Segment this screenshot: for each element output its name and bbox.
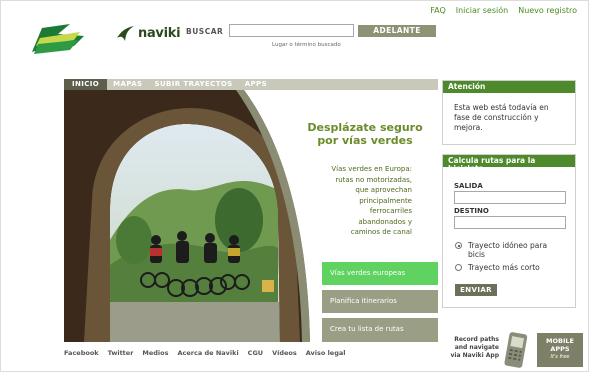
badge-free-text: It's free [550, 354, 570, 360]
destination-field[interactable] [454, 216, 566, 229]
attention-text: Esta web está todavía en fase de constru… [443, 93, 575, 143]
naviki-bird-icon [117, 26, 134, 41]
tab-apps[interactable]: APPS [239, 79, 273, 90]
radio-unselected-icon[interactable] [455, 264, 462, 271]
option-shortest-route[interactable]: Trayecto más corto [455, 263, 567, 272]
hero-description-line: Vías verdes en Europa: [331, 165, 412, 173]
badge-line: APPS [550, 345, 570, 353]
option-label: Trayecto más corto [468, 263, 540, 272]
attention-box: Atención Esta web está todavía en fase d… [442, 80, 576, 145]
origin-field[interactable] [454, 191, 566, 204]
search-button[interactable]: ADELANTE [358, 25, 436, 37]
promo-line: via Naviki App [450, 352, 499, 359]
attention-text-line: fase de construcción y [454, 113, 539, 122]
hero-description-line: caminos de canal [350, 228, 412, 236]
destination-label: DESTINO [454, 207, 489, 215]
hero-title-line: por vías verdes [317, 134, 413, 147]
link-crea-lista-rutas[interactable]: Crea tu lista de rutas [322, 318, 438, 342]
search-label: BUSCAR [186, 27, 224, 36]
tab-mapas[interactable]: MAPAS [107, 79, 148, 90]
top-links: FAQ Iniciar sesión Nuevo registro [430, 6, 577, 15]
promo-line: and navigate [454, 344, 499, 351]
naviki-logo[interactable]: naviki [116, 24, 181, 42]
hero-title: Desplázate seguro por vías verdes [302, 121, 428, 147]
tab-inicio[interactable]: INICIO [64, 79, 108, 90]
option-label-line: Trayecto idóneo para [468, 241, 548, 250]
hero-description-line: rutas no motorizadas, [335, 175, 412, 184]
option-bike-route[interactable]: Trayecto idóneo para bicis [455, 241, 567, 259]
attention-title: Atención [443, 81, 575, 93]
link-planifica-itinerarios[interactable]: Planifica itinerarios [322, 290, 438, 313]
app-promo-text: Record paths and navigate via Naviki App [447, 336, 499, 360]
option-label-line: bicis [468, 250, 485, 259]
route-calculator-title: Calcula rutas para la bicicleta [443, 155, 575, 173]
search-input[interactable] [229, 24, 354, 37]
register-link[interactable]: Nuevo registro [518, 6, 577, 15]
attention-text-line: Esta web está todavía en [454, 103, 549, 112]
footer-link-about[interactable]: Acerca de Naviki [178, 349, 239, 357]
main-nav: INICIO MAPAS SUBIR TRAYECTOS APPS [64, 79, 438, 90]
footer-link-cgu[interactable]: CGU [248, 349, 263, 357]
hero-description-line: principalmente [359, 196, 412, 205]
route-calculator: Calcula rutas para la bicicleta SALIDA D… [442, 154, 576, 308]
radio-selected-icon[interactable] [455, 242, 462, 249]
footer-link-twitter[interactable]: Twitter [108, 349, 134, 357]
footer-link-legal[interactable]: Aviso legal [306, 349, 346, 357]
hero-description: Vías verdes en Europa: rutas no motoriza… [310, 164, 412, 238]
attention-text-line: mejora. [454, 123, 483, 132]
footer-link-medios[interactable]: Medios [142, 349, 168, 357]
mobile-apps-badge[interactable]: MOBILE APPS It's free [537, 333, 583, 367]
option-label: Trayecto idóneo para bicis [455, 241, 567, 259]
origin-label: SALIDA [454, 182, 483, 190]
faq-link[interactable]: FAQ [430, 6, 446, 15]
login-link[interactable]: Iniciar sesión [456, 6, 508, 15]
footer-link-videos[interactable]: Vídeos [272, 349, 297, 357]
promo-line: Record paths [454, 336, 499, 343]
badge-line: MOBILE [546, 337, 574, 345]
submit-button[interactable]: ENVIAR [455, 284, 497, 296]
hero-title-line: Desplázate seguro [307, 121, 423, 134]
hero-description-line: abandonados y [358, 217, 412, 226]
footer-link-facebook[interactable]: Facebook [64, 349, 99, 357]
tab-subir-trayectos[interactable]: SUBIR TRAYECTOS [149, 79, 239, 90]
naviki-wordmark: naviki [138, 25, 181, 41]
phone-icon [504, 332, 528, 368]
search-hint: Lugar o término buscado [272, 42, 341, 48]
hero-description-line: que aprovechan [355, 186, 412, 194]
link-vias-verdes-europeas[interactable]: Vías verdes europeas [322, 262, 438, 285]
hero-description-line: ferrocarriles [369, 207, 412, 215]
hero-banner: Desplázate seguro por vías verdes Vías v… [64, 90, 438, 342]
site-logo-icon[interactable] [30, 22, 86, 58]
footer-links: Facebook Twitter Medios Acerca de Naviki… [64, 349, 345, 357]
